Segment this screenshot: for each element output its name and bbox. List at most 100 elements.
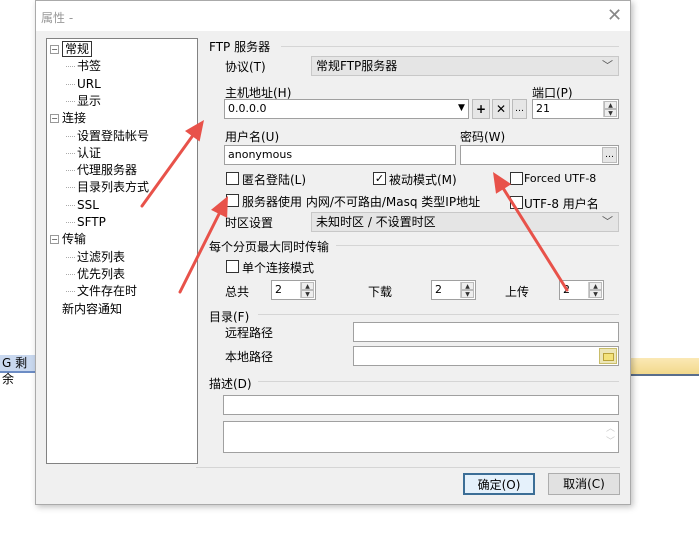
group-divider <box>336 245 619 246</box>
tree-connector <box>66 222 75 223</box>
host-dropdown-icon[interactable]: ▼ <box>454 99 469 119</box>
collapse-icon[interactable]: − <box>50 235 59 245</box>
username-input[interactable]: anonymous <box>224 145 456 165</box>
port-value: 21 <box>536 102 550 115</box>
add-host-button[interactable]: + <box>472 99 490 119</box>
remote-path-input[interactable] <box>353 322 619 342</box>
upload-value: 2 <box>563 283 570 296</box>
remove-host-button[interactable]: ✕ <box>492 99 510 119</box>
protocol-value: 常规FTP服务器 <box>316 59 398 73</box>
timezone-select[interactable]: 未知时区 / 不设置时区 ﹀ <box>311 212 619 232</box>
port-input[interactable]: 21 ▲ ▼ <box>532 99 619 119</box>
tree-item[interactable]: 显示 <box>77 93 101 109</box>
remote-path-label: 远程路径 <box>225 326 274 340</box>
tree-item[interactable]: 优先列表 <box>77 266 125 282</box>
description-textarea[interactable]: ︿ ﹀ <box>223 421 619 453</box>
down-arrow-icon[interactable]: ▼ <box>589 290 602 298</box>
download-spinner[interactable]: 2 ▲ ▼ <box>431 280 476 300</box>
tree-connector <box>66 83 75 85</box>
tree-item-label: 传输 <box>62 232 87 247</box>
down-arrow-icon[interactable]: ▼ <box>604 109 617 117</box>
group-divider <box>258 381 619 382</box>
ok-button[interactable]: 确定(O) <box>463 473 535 495</box>
forced-utf8-checkbox[interactable] <box>510 172 523 185</box>
tree-item[interactable]: 书签 <box>77 58 101 74</box>
tree-item[interactable]: 连接 <box>62 110 86 126</box>
down-arrow-icon[interactable]: ▼ <box>461 290 474 298</box>
spin-buttons[interactable]: ▲ ▼ <box>460 282 474 298</box>
tree-connector <box>66 170 75 172</box>
single-connection-checkbox[interactable] <box>226 260 239 273</box>
tree-item[interactable]: 文件存在时 <box>77 283 137 299</box>
tree-item-label: 优先列表 <box>77 266 126 281</box>
tree-item[interactable]: 传输 <box>62 231 86 247</box>
total-spinner[interactable]: 2 ▲ ▼ <box>271 280 316 300</box>
timezone-label: 时区设置 <box>225 216 274 230</box>
passive-checkbox[interactable]: ✓ <box>373 172 386 185</box>
tree-item[interactable]: SFTP <box>77 214 106 230</box>
up-arrow-icon[interactable]: ▲ <box>461 282 474 290</box>
total-value: 2 <box>275 283 282 296</box>
spin-buttons[interactable]: ▲ ▼ <box>588 282 602 298</box>
tree-item[interactable]: 代理服务器 <box>77 162 137 178</box>
group-divider <box>258 314 619 315</box>
anonymous-checkbox[interactable] <box>226 172 239 185</box>
tree-connector <box>66 135 75 137</box>
up-arrow-icon[interactable]: ▲ <box>301 282 314 290</box>
tree-connector <box>66 256 75 258</box>
tree-connector <box>66 66 75 68</box>
download-label: 下载 <box>368 285 393 299</box>
footer-divider <box>196 467 620 468</box>
timezone-value: 未知时区 / 不设置时区 <box>316 215 436 229</box>
tree-item-label: 显示 <box>77 93 102 108</box>
tree-item[interactable]: SSL <box>77 197 99 213</box>
utf8-username-checkbox[interactable] <box>510 196 523 209</box>
tree-item-label: 代理服务器 <box>77 163 138 178</box>
utf8-username-label: UTF-8 用户名 <box>524 197 599 211</box>
anonymous-label: 匿名登陆(L) <box>242 173 307 187</box>
password-input[interactable]: … <box>460 145 619 165</box>
scroll-arrows-icon[interactable]: ︿ ﹀ <box>606 423 615 449</box>
host-more-button[interactable]: … <box>512 99 527 119</box>
host-input[interactable]: 0.0.0.0 <box>224 99 469 119</box>
password-more-button[interactable]: … <box>602 147 617 163</box>
description-group-label: 描述(D) <box>209 377 252 391</box>
background-bar <box>630 358 699 376</box>
tree-item-label: SSL <box>77 197 99 212</box>
collapse-icon[interactable]: − <box>50 45 59 54</box>
tree-item[interactable]: 设置登陆帐号 <box>77 128 149 144</box>
tree-item[interactable]: 新内容通知 <box>62 301 122 317</box>
upload-spinner[interactable]: 2 ▲ ▼ <box>559 280 604 300</box>
category-tree[interactable]: 常规 − 书签 URL 显示 连接 − 设置登陆帐号 认证 代理服务器 目录列表方式 SSL SFTP 传… <box>46 38 198 464</box>
tree-connector <box>66 100 75 102</box>
spin-buttons[interactable]: ▲ ▼ <box>300 282 314 298</box>
properties-dialog: 属性 - ✕ 常规 − 书签 URL 显示 连接 − 设置登陆帐号 认证 代理服务器 目录列表方式 S… <box>35 0 631 505</box>
passive-label: 被动模式(M) <box>389 173 457 187</box>
port-spinner[interactable]: ▲ ▼ <box>603 101 617 117</box>
tree-item[interactable]: 认证 <box>77 145 101 161</box>
collapse-icon[interactable]: − <box>50 114 59 124</box>
tree-item[interactable]: URL <box>77 76 101 92</box>
tree-connector <box>66 204 75 206</box>
chevron-down-icon: ﹀ <box>602 215 613 228</box>
tree-item[interactable]: 目录列表方式 <box>77 179 149 195</box>
chevron-down-icon: ﹀ <box>602 59 613 72</box>
tree-item-label: 设置登陆帐号 <box>77 128 150 143</box>
single-connection-label: 单个连接模式 <box>242 261 315 275</box>
close-icon[interactable]: ✕ <box>607 5 622 26</box>
local-path-input[interactable] <box>353 346 619 366</box>
cancel-button[interactable]: 取消(C) <box>548 473 620 495</box>
host-value: 0.0.0.0 <box>228 102 267 115</box>
up-arrow-icon[interactable]: ▲ <box>604 101 617 109</box>
tree-connector <box>66 273 75 275</box>
tree-item-label: 过滤列表 <box>77 249 126 264</box>
down-arrow-icon[interactable]: ▼ <box>301 290 314 298</box>
tree-item[interactable]: 常规 <box>62 41 93 57</box>
folder-icon[interactable] <box>599 348 617 364</box>
tree-item[interactable]: 过滤列表 <box>77 249 125 265</box>
masq-checkbox[interactable] <box>226 194 239 207</box>
background-text: G 剩余 <box>2 356 28 386</box>
description-line-input[interactable] <box>223 395 619 415</box>
up-arrow-icon[interactable]: ▲ <box>589 282 602 290</box>
protocol-select[interactable]: 常规FTP服务器 ﹀ <box>311 56 619 76</box>
